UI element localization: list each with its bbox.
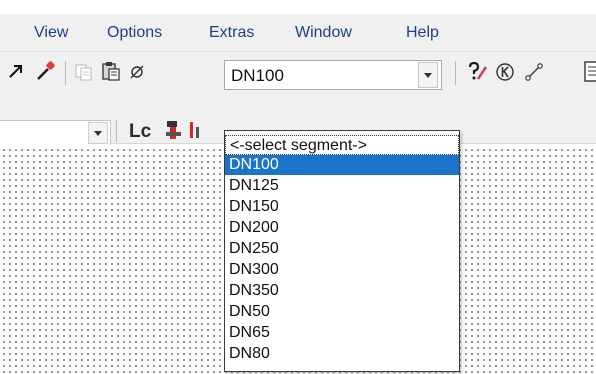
dropdown-option-dn80[interactable]: DN80 bbox=[225, 344, 459, 364]
toolbar-separator bbox=[65, 61, 66, 85]
toolbar-separator bbox=[455, 61, 456, 85]
segment-combobox-dropdown-button[interactable] bbox=[418, 62, 438, 88]
circle-k-icon[interactable] bbox=[495, 62, 515, 82]
pipe-component-icon[interactable] bbox=[164, 119, 184, 141]
menu-view[interactable]: View bbox=[34, 24, 68, 42]
copy-icon[interactable] bbox=[74, 62, 94, 82]
window-title-strip bbox=[0, 0, 596, 14]
page-icon[interactable] bbox=[584, 61, 596, 83]
segment-combobox-value: DN100 bbox=[231, 66, 284, 85]
dropdown-option-dn150[interactable]: DN150 bbox=[225, 197, 459, 217]
valve-icon[interactable] bbox=[188, 119, 208, 141]
dropdown-option-dn100[interactable]: DN100 bbox=[225, 155, 459, 175]
dropdown-option-dn50[interactable]: DN50 bbox=[225, 302, 459, 322]
dropdown-option-dn250[interactable]: DN250 bbox=[225, 239, 459, 259]
menu-bar: View Options Extras Window Help bbox=[0, 14, 596, 52]
menu-extras[interactable]: Extras bbox=[209, 24, 254, 42]
segment-combobox[interactable]: DN100 bbox=[224, 60, 442, 90]
menu-options[interactable]: Options bbox=[107, 24, 162, 42]
line-tool-icon[interactable] bbox=[524, 62, 544, 82]
empty-set-icon[interactable] bbox=[128, 63, 146, 81]
question-pen-icon[interactable] bbox=[466, 61, 488, 83]
dropdown-option-dn200[interactable]: DN200 bbox=[225, 218, 459, 238]
dropdown-option-dn300[interactable]: DN300 bbox=[225, 260, 459, 280]
dropdown-option-dn125[interactable]: DN125 bbox=[225, 176, 459, 196]
menu-help[interactable]: Help bbox=[406, 24, 439, 42]
segment-dropdown-list: <-select segment-> DN100 DN125 DN150 DN2… bbox=[224, 130, 460, 372]
dropdown-option-dn65[interactable]: DN65 bbox=[225, 323, 459, 343]
pipette-icon[interactable] bbox=[34, 60, 56, 82]
lc-button[interactable]: Lc bbox=[129, 121, 151, 143]
toolbar-separator bbox=[116, 120, 117, 142]
paste-icon[interactable] bbox=[100, 60, 122, 82]
chevron-down-icon bbox=[94, 131, 102, 136]
layer-select-dropdown-button[interactable] bbox=[88, 122, 108, 144]
chevron-down-icon bbox=[424, 73, 432, 78]
dropdown-option-placeholder[interactable]: <-select segment-> bbox=[225, 135, 459, 155]
arrow-icon[interactable] bbox=[8, 63, 24, 79]
menu-window[interactable]: Window bbox=[295, 24, 352, 42]
dropdown-option-dn350[interactable]: DN350 bbox=[225, 281, 459, 301]
